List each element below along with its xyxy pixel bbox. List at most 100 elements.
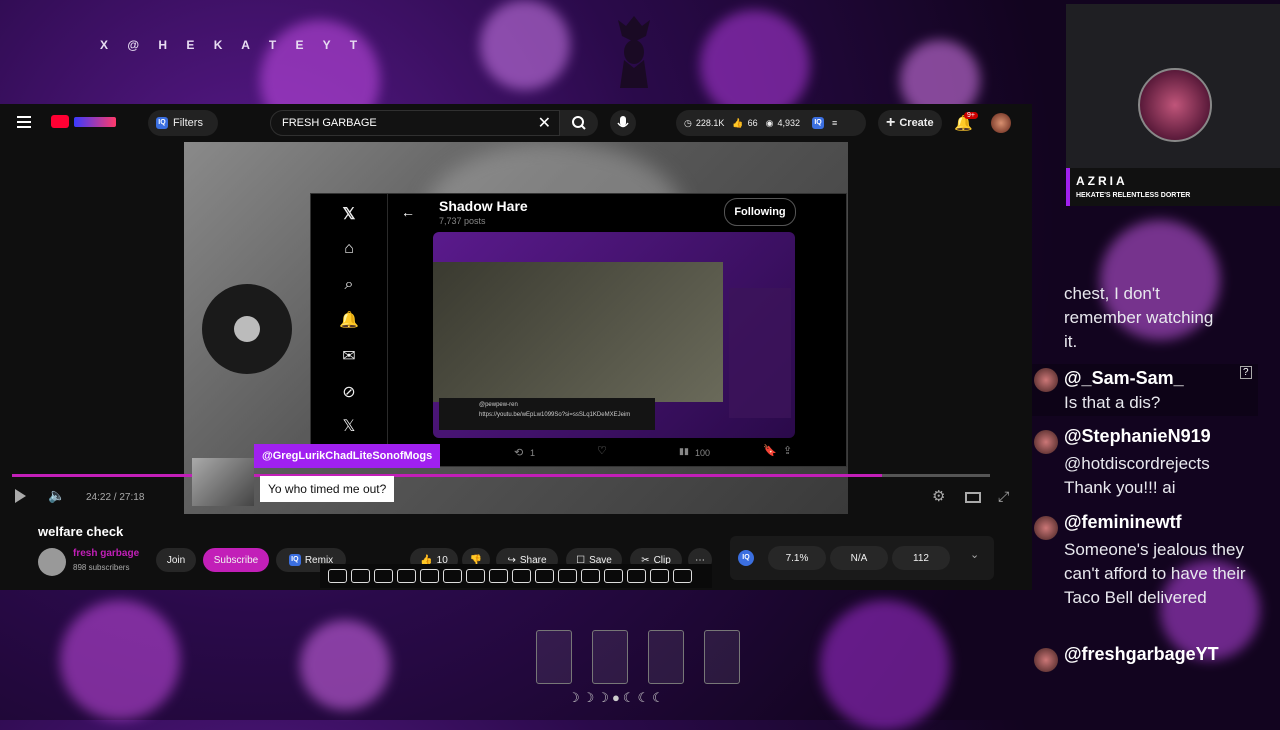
iq-icon: IQ (812, 117, 825, 129)
embedded-chat-panel (729, 288, 791, 418)
tarot-card-burst-icon (704, 630, 740, 684)
following-button[interactable]: Following (724, 198, 796, 226)
camera-icon[interactable] (627, 569, 646, 583)
clear-icon[interactable]: ✕ (538, 113, 551, 133)
chat-message: @freshgarbageYT (1032, 644, 1258, 674)
x-browser-window: 𝕏 ⌂ ⌕ 🔔 ✉ ⊘ 𝕏 ← Shadow Hare 7,737 posts … (310, 193, 847, 467)
tarot-card-sun-icon (536, 630, 572, 684)
stat-views: 228.1K (695, 118, 725, 128)
chat-username: @freshgarbageYT (1064, 644, 1219, 664)
channel-name[interactable]: fresh garbage (73, 548, 139, 559)
chevron-down-icon[interactable]: ⌄ (970, 548, 979, 561)
search-button[interactable] (560, 110, 598, 136)
fullscreen-icon[interactable]: ⤢ (998, 488, 1009, 505)
chat-message: @femininewtf Someone's jealous they can'… (1032, 512, 1258, 636)
broadcast-icon[interactable] (374, 569, 393, 583)
grok-icon[interactable]: ⊘ (339, 382, 359, 402)
streamer-name: AZRIA (1076, 174, 1128, 188)
home-icon[interactable]: ⌂ (339, 240, 359, 260)
goddess-crest-logo (618, 16, 650, 88)
caption-icon[interactable] (558, 569, 577, 583)
extension-toolbar (320, 564, 712, 588)
theater-mode-icon[interactable] (965, 492, 981, 503)
chat-avatar (1034, 648, 1058, 672)
time-display: 24:22 / 27:18 (86, 492, 145, 503)
filters-label: Filters (173, 117, 203, 129)
mail-icon[interactable]: ✉ (339, 346, 359, 366)
split-icon[interactable] (581, 569, 600, 583)
plus-icon: + (886, 114, 896, 131)
x-logo-icon[interactable]: 𝕏 (339, 204, 359, 224)
chatter-photo (192, 458, 254, 506)
streamer-avatar (1138, 68, 1212, 142)
chat-avatar (1034, 368, 1058, 392)
chatter-message: Yo who timed me out? (260, 476, 395, 502)
report-icon[interactable]: ? (1240, 366, 1252, 379)
settings-gear-icon[interactable]: ⚙ (932, 487, 945, 505)
stat-watching: 4,932 (777, 118, 801, 128)
channel-avatar[interactable] (38, 548, 66, 576)
screenshot-icon[interactable] (535, 569, 554, 583)
create-button[interactable]: + Create (878, 110, 942, 136)
youtube-topbar: IQ Filters FRESH GARBAGE ✕ ◷ 228.1K 👍 66 ◉… (0, 104, 1032, 142)
menu-icon[interactable] (17, 116, 31, 128)
iq-stats-panel: IQ 7.1% N/A 112 ⌄ (730, 536, 994, 580)
search-icon[interactable]: ⌕ (339, 276, 359, 296)
chat-avatar (1034, 516, 1058, 540)
back-arrow-icon[interactable]: ← (401, 204, 415, 220)
mic-button[interactable] (610, 110, 636, 136)
frames-icon[interactable] (604, 569, 623, 583)
volume-icon[interactable]: 🔈 (48, 487, 65, 504)
player-controls: 🔈 24:22 / 27:18 ⚙ ⤢ (0, 474, 1032, 514)
search-icon (572, 116, 586, 130)
chat-message-text: Someone's jealous they can't afford to h… (1064, 540, 1246, 607)
tarot-cards (536, 630, 740, 684)
video-stats-pill: ◷ 228.1K 👍 66 ◉ 4,932 IQ ≡ (676, 110, 866, 136)
tarot-card-star-icon (592, 630, 628, 684)
chat-username: @StephanieN919 (1064, 426, 1211, 446)
stat-likes: 66 (747, 118, 758, 128)
streamer-subtitle: HEKATE'S RELENTLESS DORTER (1076, 192, 1191, 199)
youtube-wordmark-icon (74, 117, 116, 127)
join-button[interactable]: Join (156, 548, 196, 572)
streamer-camera: AZRIA HEKATE'S RELENTLESS DORTER (1066, 4, 1280, 206)
gauge-icon[interactable] (512, 569, 531, 583)
search-input[interactable]: FRESH GARBAGE ✕ (270, 110, 560, 136)
x-sidebar: 𝕏 ⌂ ⌕ 🔔 ✉ ⊘ 𝕏 (311, 194, 388, 466)
iq-icon: IQ (156, 117, 168, 129)
share-icon[interactable]: ⇪ (783, 444, 792, 457)
x-premium-icon[interactable]: 𝕏 (339, 416, 359, 436)
chat-message-text: @hotdiscordrejects Thank you!!! ai (1064, 454, 1210, 497)
filters-button[interactable]: IQ Filters (148, 110, 218, 136)
create-label: Create (899, 117, 934, 129)
image-icon[interactable] (443, 569, 462, 583)
heart-icon[interactable]: ♡ (597, 444, 607, 457)
chat-username: @_Sam-Sam_ (1064, 368, 1184, 388)
bookmark-icon[interactable]: 🔖 (763, 444, 777, 457)
social-handle: X @ H E K A T E Y T (100, 38, 366, 52)
microphone-icon (617, 116, 629, 128)
bell-icon[interactable]: 🔔 (339, 310, 359, 330)
play-icon[interactable] (15, 489, 26, 503)
screen-icon[interactable] (397, 569, 416, 583)
channel-watermark (202, 284, 292, 374)
loop-icon[interactable] (328, 569, 347, 583)
youtube-logo[interactable] (51, 115, 69, 128)
retweet-icon[interactable]: ⟲ (514, 446, 523, 459)
video-title: welfare check (38, 524, 124, 539)
calendar-icon[interactable] (420, 569, 439, 583)
list-icon[interactable]: ≡ (832, 118, 837, 128)
avatar[interactable] (991, 113, 1011, 133)
chat-avatar (1034, 430, 1058, 454)
layout-icon[interactable] (466, 569, 485, 583)
progress-bar[interactable] (12, 474, 990, 477)
iq-icon: IQ (288, 554, 301, 566)
subscribe-button[interactable]: Subscribe (203, 548, 269, 572)
speed-icon[interactable] (489, 569, 508, 583)
stop-icon[interactable] (351, 569, 370, 583)
skull-avatar-icon (234, 316, 260, 342)
iq-stat-percent: 7.1% (768, 546, 826, 570)
flask-icon[interactable] (650, 569, 669, 583)
gear-icon[interactable] (673, 569, 692, 583)
profile-name: Shadow Hare (439, 198, 528, 214)
